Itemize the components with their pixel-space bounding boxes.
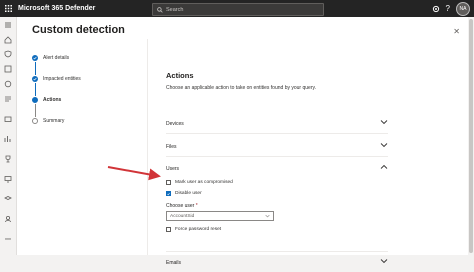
dropdown-value: AccountSid (170, 213, 195, 219)
checkbox-label: Mark user as compromised (175, 180, 233, 185)
wizard-step-alert-details[interactable]: Alert details (32, 54, 81, 75)
close-icon[interactable]: ✕ (453, 27, 460, 36)
users-section[interactable]: Users (166, 158, 388, 178)
devices-icon[interactable] (4, 175, 12, 183)
section-title: Users (166, 166, 180, 172)
mark-compromised-checkbox[interactable]: Mark user as compromised (166, 180, 233, 185)
chevron-down-icon[interactable] (380, 119, 388, 125)
wizard-step-label: Impacted entities (43, 76, 81, 82)
wizard-step-actions[interactable]: Actions (32, 96, 81, 117)
more-icon[interactable] (4, 235, 12, 243)
menu-icon[interactable] (4, 21, 12, 29)
wizard-step-label: Actions (43, 97, 62, 103)
checkbox-box[interactable] (166, 227, 171, 232)
checkbox-label: Force password reset (175, 227, 222, 232)
app-launcher-icon[interactable] (0, 0, 16, 17)
reports-icon[interactable] (4, 135, 12, 143)
app-title[interactable]: Microsoft 365 Defender (18, 5, 95, 12)
chevron-down-icon[interactable] (380, 142, 388, 148)
learning-icon[interactable] (4, 195, 12, 203)
wizard-steps: Alert details Impacted entities Actions … (32, 54, 81, 138)
search-box[interactable]: Search (152, 3, 324, 16)
search-icon (157, 6, 163, 13)
chevron-up-icon[interactable] (380, 164, 388, 170)
page-title: Custom detection (32, 24, 125, 36)
step-pending-icon (32, 118, 38, 124)
actions-icon[interactable] (4, 95, 12, 103)
section-title: Emails (166, 260, 182, 266)
partner-icon[interactable] (4, 215, 12, 223)
top-bar: Microsoft 365 Defender Search ? NA (0, 0, 474, 17)
email-icon[interactable] (4, 115, 12, 123)
settings-gear-icon[interactable] (432, 5, 440, 13)
step-complete-icon (32, 55, 38, 61)
checkbox-label: Disable user (175, 191, 202, 196)
section-title: Devices (166, 121, 184, 127)
checkbox-box[interactable] (166, 191, 171, 196)
step-complete-icon (32, 76, 38, 82)
wizard-step-label: Summary (43, 118, 65, 124)
scrollbar-thumb[interactable] (469, 19, 473, 253)
trophy-icon[interactable] (4, 155, 12, 163)
custom-detection-panel: Custom detection ✕ Alert details Impacte… (17, 17, 474, 266)
choose-user-dropdown[interactable]: AccountSid (166, 211, 274, 221)
incidents-icon[interactable] (4, 65, 12, 73)
scrollbar[interactable] (468, 17, 474, 255)
divider (147, 39, 148, 255)
section-description: Choose an applicable action to take on e… (166, 85, 317, 91)
choose-user-label: Choose user * (166, 203, 198, 209)
wizard-step-label: Alert details (43, 55, 70, 61)
left-nav (0, 17, 17, 255)
step-current-icon (32, 97, 38, 103)
checkbox-box[interactable] (166, 180, 171, 185)
disable-user-checkbox[interactable]: Disable user (166, 191, 202, 196)
section-heading: Actions (166, 71, 194, 80)
wizard-step-summary[interactable]: Summary (32, 117, 81, 138)
search-placeholder: Search (166, 6, 184, 13)
shield-icon[interactable] (4, 50, 12, 58)
avatar[interactable]: NA (456, 1, 470, 16)
devices-section[interactable]: Devices (166, 113, 388, 134)
home-icon[interactable] (4, 36, 12, 44)
wizard-step-impacted-entities[interactable]: Impacted entities (32, 75, 81, 96)
files-section[interactable]: Files (166, 136, 388, 157)
force-password-reset-checkbox[interactable]: Force password reset (166, 227, 221, 232)
chevron-down-icon (265, 214, 270, 218)
help-icon[interactable]: ? (446, 4, 450, 13)
chevron-down-icon[interactable] (380, 258, 388, 264)
section-title: Files (166, 144, 177, 150)
hunting-icon[interactable] (4, 80, 12, 88)
required-mark: * (195, 203, 198, 209)
emails-section[interactable]: Emails (166, 251, 388, 272)
